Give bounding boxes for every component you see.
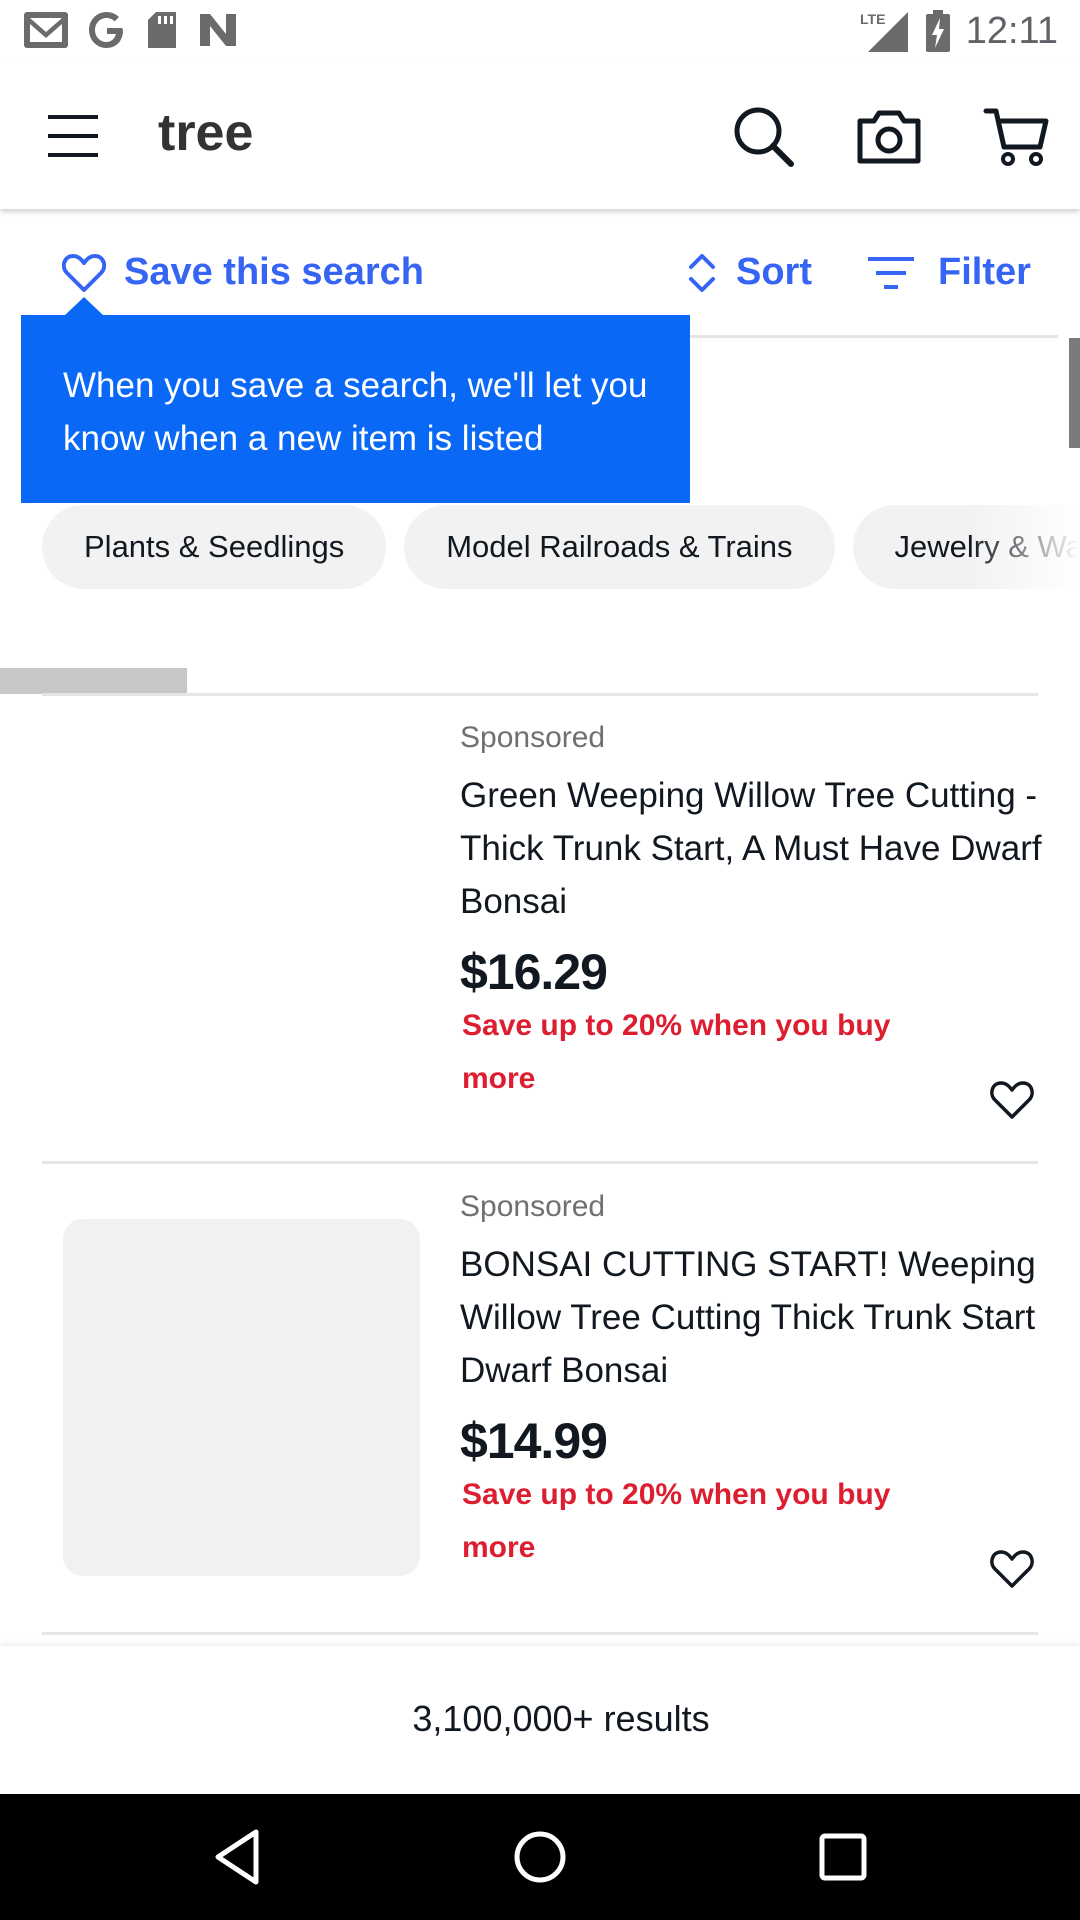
list-divider: [42, 1632, 1038, 1635]
heart-icon: [990, 1550, 1034, 1588]
menu-icon: [48, 115, 98, 157]
sponsored-label: Sponsored: [460, 1190, 606, 1223]
category-chip-model-railroads[interactable]: Model Railroads & Trains: [404, 505, 835, 589]
save-search-tooltip[interactable]: When you save a search, we'll let you kn…: [21, 315, 690, 503]
listing-title[interactable]: BONSAI CUTTING START! Weeping Willow Tre…: [460, 1238, 1050, 1397]
sort-button[interactable]: Sort: [686, 251, 812, 294]
recents-square-icon: [819, 1833, 867, 1881]
tooltip-text: When you save a search, we'll let you kn…: [63, 366, 648, 458]
clock: 12:11: [965, 9, 1058, 52]
image-search-button[interactable]: [854, 101, 924, 171]
chips-fade-overlay: [970, 505, 1080, 589]
app-bar: tree: [0, 63, 1080, 209]
home-circle-icon: [514, 1831, 566, 1883]
camera-icon: [857, 110, 921, 164]
back-button[interactable]: [206, 1824, 272, 1890]
battery-charging-icon: [925, 10, 950, 52]
listing-promo: Save up to 20% when you buy more: [462, 1009, 891, 1095]
listing-price: $16.29: [460, 944, 608, 1000]
system-icons: LTE 12:11: [858, 8, 1058, 54]
save-search-button[interactable]: Save this search: [62, 251, 424, 294]
notification-icons: [22, 8, 240, 52]
sort-label: Sort: [736, 251, 812, 293]
listing-image[interactable]: [63, 720, 420, 1077]
category-chip-plants-seedlings[interactable]: Plants & Seedlings: [42, 505, 387, 589]
listing-image[interactable]: [63, 1219, 420, 1576]
listing-promo: Save up to 20% when you buy more: [462, 1478, 891, 1564]
cart-icon: [983, 108, 1049, 166]
listing-card[interactable]: Sponsored Green Weeping Willow Tree Cutt…: [0, 696, 1080, 1161]
gmail-icon: [24, 12, 68, 48]
system-navigation-bar: [0, 1794, 1080, 1920]
menu-button[interactable]: [46, 109, 100, 163]
watch-button[interactable]: [990, 1080, 1042, 1128]
loading-bar: [0, 668, 1040, 694]
category-chips: Plants & Seedlings Model Railroads & Trai…: [42, 505, 1080, 589]
listing-price: $14.99: [460, 1413, 608, 1469]
recents-button[interactable]: [810, 1824, 876, 1890]
search-icon: [734, 107, 794, 167]
scrollbar-thumb[interactable]: [1069, 338, 1080, 448]
save-search-label: Save this search: [124, 251, 424, 293]
loading-bar-fill: [0, 668, 188, 694]
listing-card[interactable]: Sponsored BONSAI CUTTING START! Weeping …: [0, 1164, 1080, 1632]
cart-button[interactable]: [982, 101, 1052, 171]
google-icon: [89, 12, 123, 48]
sort-chevrons-icon: [689, 253, 715, 292]
sponsored-label: Sponsored: [460, 721, 606, 754]
results-count-bar: 3,100,000+ results: [0, 1646, 1080, 1794]
results-count: 3,100,000+ results: [412, 1698, 710, 1739]
svg-text:LTE: LTE: [860, 11, 885, 27]
back-triangle-icon: [215, 1829, 259, 1885]
home-button[interactable]: [507, 1824, 573, 1890]
watch-button[interactable]: [990, 1549, 1042, 1597]
n-app-icon: [200, 14, 236, 46]
heart-icon: [62, 253, 106, 292]
status-bar: LTE 12:11: [0, 0, 1080, 63]
search-query[interactable]: tree: [158, 103, 253, 163]
filter-icon: [868, 256, 914, 289]
search-button[interactable]: [728, 101, 798, 171]
lte-signal-icon: LTE: [860, 11, 908, 52]
heart-icon: [990, 1081, 1034, 1119]
sd-card-icon: [148, 12, 176, 48]
tooltip-arrow: [64, 297, 104, 316]
filter-button[interactable]: Filter: [866, 251, 1031, 294]
filter-label: Filter: [938, 251, 1031, 293]
listing-title[interactable]: Green Weeping Willow Tree Cutting - Thic…: [460, 769, 1050, 928]
